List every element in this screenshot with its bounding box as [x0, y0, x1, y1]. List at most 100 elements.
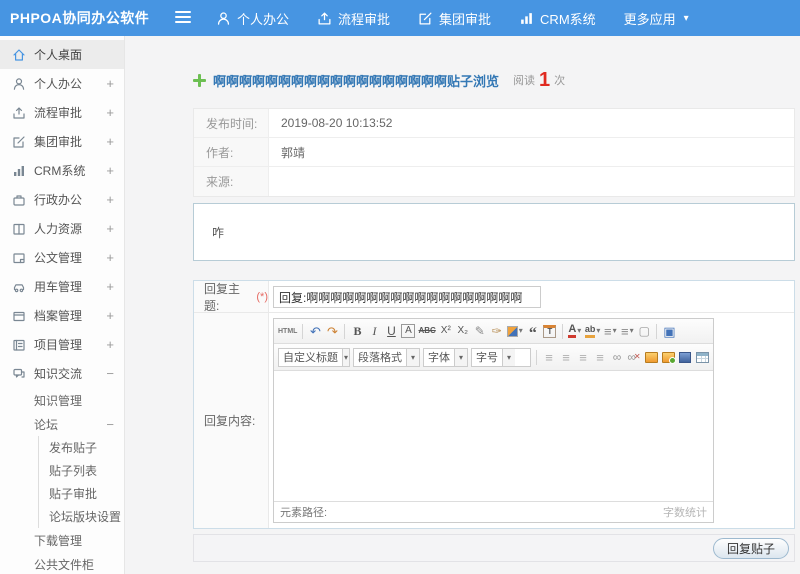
underline-button[interactable]: U	[384, 323, 398, 340]
font-color-button[interactable]: A ▾	[568, 323, 582, 340]
collapse-icon[interactable]: −	[102, 417, 114, 432]
align-justify-button[interactable]: ≡	[593, 349, 607, 366]
sidebar-subitem-knowledge-management[interactable]: 知识管理	[0, 388, 124, 412]
expand-icon[interactable]: +	[102, 221, 114, 236]
page-title: 啊啊啊啊啊啊啊啊啊啊啊啊啊啊啊啊啊啊贴子浏览	[213, 73, 500, 89]
sidebar-item-group-approval[interactable]: 集团审批 +	[0, 127, 124, 156]
reply-subject-cell	[269, 281, 794, 312]
eraser-icon[interactable]: ✎	[473, 323, 487, 340]
italic-button[interactable]: I	[367, 323, 381, 340]
expand-icon[interactable]: +	[102, 163, 114, 178]
collapse-icon[interactable]: −	[102, 366, 114, 381]
topnav-personal-office[interactable]: 个人办公	[216, 9, 289, 28]
sidebar-item-archive-management[interactable]: 档案管理 +	[0, 301, 124, 330]
flash-icon	[661, 351, 676, 364]
toolbar-separator	[656, 323, 658, 339]
sidebar-subitem-forum-section-settings[interactable]: 论坛版块设置	[39, 505, 124, 528]
reply-subject-input[interactable]	[273, 286, 541, 308]
expand-icon[interactable]: +	[102, 192, 114, 207]
sidebar-subitem-download-management[interactable]: 下载管理	[0, 528, 124, 552]
sidebar-subitem-topic-approval[interactable]: 贴子审批	[39, 482, 124, 505]
table-row-source: 来源:	[194, 167, 794, 196]
topnav-workflow-approval[interactable]: 流程审批	[317, 9, 390, 28]
undo-button[interactable]: ↶	[308, 323, 322, 340]
expand-icon[interactable]: +	[102, 76, 114, 91]
project-icon	[12, 338, 26, 352]
sidebar-item-project-management[interactable]: 项目管理 +	[0, 330, 124, 359]
add-icon[interactable]	[193, 73, 206, 87]
post-info-table: 发布时间: 2019-08-20 10:13:52 作者: 郭靖 来源:	[193, 108, 795, 197]
unordered-list-button[interactable]: ≡ ▾	[620, 323, 634, 340]
subscript-button[interactable]: X₂	[456, 323, 470, 340]
expand-icon[interactable]: +	[102, 105, 114, 120]
redo-button[interactable]: ↷	[325, 323, 339, 340]
heading-select[interactable]: 自定义标题 ▾	[278, 347, 350, 367]
sidebar-item-admin-office[interactable]: 行政办公 +	[0, 185, 124, 214]
sidebar-subitem-forum[interactable]: 论坛 −	[0, 412, 124, 436]
insert-date-button[interactable]: T	[543, 323, 557, 340]
sidebar-item-human-resources[interactable]: 人力资源 +	[0, 214, 124, 243]
topnav-more-apps[interactable]: 更多应用 ▾	[624, 9, 689, 28]
font-family-select[interactable]: 字体 ▾	[423, 347, 468, 367]
format-brush-icon[interactable]: ✑	[490, 323, 504, 340]
insert-media-button[interactable]	[678, 349, 692, 366]
insert-table-button[interactable]	[695, 349, 709, 366]
reply-submit-button[interactable]: 回复贴子	[712, 537, 789, 559]
blockquote-button[interactable]: “	[526, 323, 540, 342]
superscript-button[interactable]: X²	[439, 323, 453, 340]
row-label: 作者:	[194, 138, 269, 166]
color-palette-icon	[506, 325, 518, 337]
fullscreen-button[interactable]: ▣	[662, 323, 676, 340]
expand-icon[interactable]: +	[102, 279, 114, 294]
source-code-button[interactable]: HTML	[278, 323, 297, 340]
sidebar-item-workflow-approval[interactable]: 流程审批 +	[0, 98, 124, 127]
caret-down-icon: ▾	[502, 348, 515, 366]
sidebar-item-crm-system[interactable]: CRM系统 +	[0, 156, 124, 185]
remove-format-button[interactable]: A	[401, 324, 416, 338]
row-value: 2019-08-20 10:13:52	[281, 116, 393, 130]
reply-content-label: 回复内容:	[194, 313, 269, 528]
align-right-button[interactable]: ≡	[576, 349, 590, 366]
new-page-button[interactable]: ▢	[637, 323, 651, 340]
sidebar-subitem-topic-list[interactable]: 贴子列表	[39, 459, 124, 482]
expand-icon[interactable]: +	[102, 250, 114, 265]
sidebar-item-personal-desktop[interactable]: 个人桌面	[0, 40, 124, 69]
row-value	[269, 167, 794, 196]
required-mark: (*)	[256, 290, 268, 303]
expand-icon[interactable]: +	[102, 134, 114, 149]
expand-icon[interactable]: +	[102, 337, 114, 352]
font-size-select[interactable]: 字号 ▾	[471, 347, 532, 367]
main-content: 啊啊啊啊啊啊啊啊啊啊啊啊啊啊啊啊啊啊贴子浏览 阅读 1 次 发布时间: 2019…	[125, 36, 800, 574]
topnav: 个人办公 流程审批 集团审批 CRM系统 更多应用 ▾	[216, 9, 689, 28]
post-content-text: 咋	[212, 226, 225, 240]
topnav-group-approval[interactable]: 集团审批	[418, 9, 491, 28]
sidebar-subitem-public-file-cabinet[interactable]: 公共文件柜	[0, 552, 124, 574]
sidebar-item-vehicle-management[interactable]: 用车管理 +	[0, 272, 124, 301]
remove-link-button[interactable]: ∞ ✕	[627, 349, 641, 366]
insert-image-button[interactable]	[644, 349, 658, 366]
insert-link-button[interactable]: ∞	[610, 349, 624, 366]
sidebar-subitem-post-topic[interactable]: 发布贴子	[39, 436, 124, 459]
ordered-list-button[interactable]: ≡ ▾	[603, 323, 617, 340]
group-approval-icon	[12, 135, 26, 149]
insert-flash-button[interactable]	[661, 349, 676, 366]
strikethrough-button[interactable]: ABC	[418, 323, 435, 340]
sidebar-item-document-management[interactable]: 公文管理 +	[0, 243, 124, 272]
editor-toolbar-row1: HTML ↶ ↷ B I U A ABC X² X₂ ✎ ✑ ▾ “ T A ▾…	[274, 319, 713, 344]
highlight-color-button[interactable]: ab ▾	[584, 323, 600, 340]
word-count-label[interactable]: 字数统计	[663, 504, 707, 520]
fill-color-button[interactable]: ▾	[506, 323, 523, 340]
sidebar-item-personal-office[interactable]: 个人办公 +	[0, 69, 124, 98]
rich-text-editor: HTML ↶ ↷ B I U A ABC X² X₂ ✎ ✑ ▾ “ T A ▾…	[273, 318, 714, 523]
hamburger-menu-icon[interactable]	[174, 9, 192, 28]
sidebar-item-knowledge-exchange[interactable]: 知识交流 −	[0, 359, 124, 388]
expand-icon[interactable]: +	[102, 308, 114, 323]
align-center-button[interactable]: ≡	[559, 349, 573, 366]
editor-edit-area[interactable]	[274, 371, 713, 501]
caret-down-icon: ▾	[683, 12, 689, 24]
read-count: 1	[539, 69, 551, 91]
bold-button[interactable]: B	[350, 323, 364, 340]
topnav-crm-system[interactable]: CRM系统	[519, 9, 596, 28]
paragraph-format-select[interactable]: 段落格式 ▾	[353, 347, 420, 367]
align-left-button[interactable]: ≡	[542, 349, 556, 366]
